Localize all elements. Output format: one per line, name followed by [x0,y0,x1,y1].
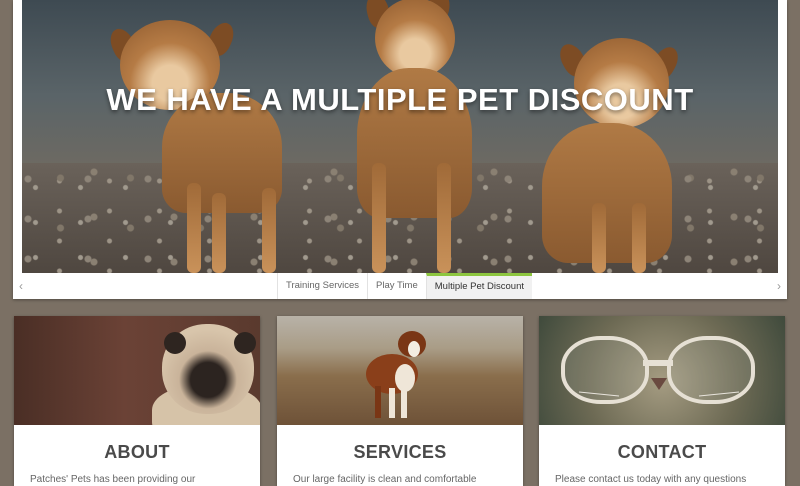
hero-slide-image-three-puppies: WE HAVE A MULTIPLE PET DISCOUNT [22,0,778,273]
about-title[interactable]: ABOUT [14,442,260,463]
slider-tabs: Training Services Play Time Multiple Pet… [277,273,532,299]
pug-photo [14,316,260,425]
puppy-middle [347,0,507,273]
chevron-right-icon[interactable]: › [777,279,781,293]
contact-card: CONTACT Please contact us today with any… [539,316,785,486]
hero-title: WE HAVE A MULTIPLE PET DISCOUNT [106,82,694,117]
services-title[interactable]: SERVICES [277,442,523,463]
puppy-right [522,28,692,273]
field-dog-illustration [366,331,426,418]
services-card: SERVICES Our large facility is clean and… [277,316,523,486]
hero-slider: WE HAVE A MULTIPLE PET DISCOUNT ‹ Traini… [13,0,787,299]
contact-title[interactable]: CONTACT [539,442,785,463]
chevron-left-icon[interactable]: ‹ [19,279,23,293]
tab-multiple-pet-discount[interactable]: Multiple Pet Discount [425,273,532,299]
cat-with-glasses-photo [539,316,785,425]
puppy-left [102,8,302,273]
dog-in-field-photo [277,316,523,425]
tab-training-services[interactable]: Training Services [277,273,367,299]
tab-play-time[interactable]: Play Time [367,273,426,299]
slider-navigation: ‹ Training Services Play Time Multiple P… [13,273,787,299]
cat-face-illustration [578,360,740,397]
about-card: ABOUT Patches' Pets has been providing o… [14,316,260,486]
